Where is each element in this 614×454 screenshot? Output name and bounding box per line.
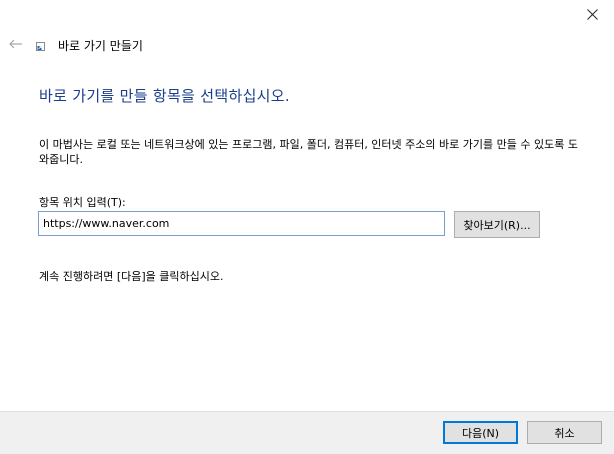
- window-title: 바로 가기 만들기: [58, 39, 143, 53]
- location-input[interactable]: [38, 211, 445, 236]
- dialog-footer: [0, 411, 614, 454]
- continue-instruction: 계속 진행하려면 [다음]을 클릭하십시오.: [39, 270, 224, 283]
- cancel-button[interactable]: 취소: [527, 421, 602, 444]
- location-label: 항목 위치 입력(T):: [39, 196, 126, 209]
- browse-button[interactable]: 찾아보기(R)...: [454, 211, 540, 238]
- next-button[interactable]: 다음(N): [443, 421, 518, 444]
- wizard-description: 이 마법사는 로컬 또는 네트워크상에 있는 프로그램, 파일, 폴더, 컴퓨터…: [39, 138, 578, 166]
- shortcut-wizard-icon: [36, 42, 45, 51]
- close-icon: [586, 8, 598, 20]
- create-shortcut-dialog: 바로 가기 만들기 바로 가기를 만들 항목을 선택하십시오. 이 마법사는 로…: [0, 0, 614, 454]
- back-button[interactable]: [8, 37, 24, 51]
- close-button[interactable]: [584, 6, 600, 22]
- back-arrow-icon: [9, 39, 22, 49]
- page-heading: 바로 가기를 만들 항목을 선택하십시오.: [39, 87, 290, 105]
